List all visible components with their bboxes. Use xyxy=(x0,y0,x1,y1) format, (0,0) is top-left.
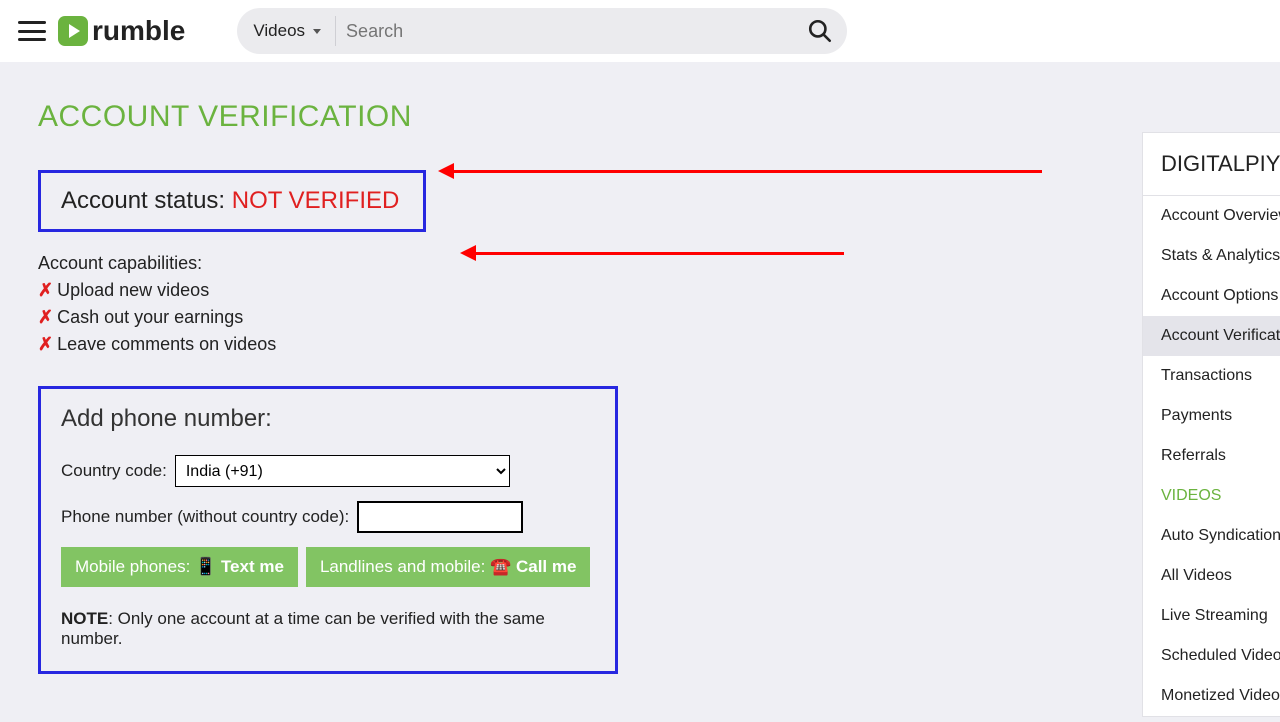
main-column: ACCOUNT VERIFICATION Account status: NOT… xyxy=(38,100,1098,674)
annotation-arrow xyxy=(474,252,844,255)
sidebar-item-scheduled-videos[interactable]: Scheduled Videos xyxy=(1143,636,1280,676)
logo-play-icon xyxy=(58,16,88,46)
annotation-arrow xyxy=(452,170,1042,173)
page-title: ACCOUNT VERIFICATION xyxy=(38,100,1098,134)
search-category-dropdown[interactable]: Videos xyxy=(253,16,336,46)
capability-item: ✗Leave comments on videos xyxy=(38,331,1098,358)
chevron-down-icon xyxy=(313,29,321,34)
sidebar-item-stats[interactable]: Stats & Analytics xyxy=(1143,236,1280,276)
site-logo[interactable]: rumble xyxy=(58,15,185,47)
x-icon: ✗ xyxy=(38,280,53,300)
search-input[interactable] xyxy=(336,15,805,48)
sidebar-item-monetized-videos[interactable]: Monetized Videos xyxy=(1143,676,1280,716)
country-code-label: Country code: xyxy=(61,461,167,481)
sidebar-item-auto-syndication[interactable]: Auto Syndication xyxy=(1143,516,1280,556)
add-phone-box: Add phone number: Country code: India (+… xyxy=(38,386,618,674)
search-category-label: Videos xyxy=(253,21,305,41)
add-phone-heading: Add phone number: xyxy=(61,405,595,433)
capability-item: ✗Upload new videos xyxy=(38,277,1098,304)
search-bar: Videos xyxy=(237,8,847,54)
phone-number-label: Phone number (without country code): xyxy=(61,507,349,527)
sidebar-item-transactions[interactable]: Transactions xyxy=(1143,356,1280,396)
country-code-select[interactable]: India (+91) xyxy=(175,455,510,487)
account-status-box: Account status: NOT VERIFIED xyxy=(38,170,426,232)
sidebar-item-verification[interactable]: Account Verification xyxy=(1143,316,1280,356)
top-bar: rumble Videos xyxy=(0,0,1280,62)
status-label: Account status: xyxy=(61,187,232,214)
logo-text: rumble xyxy=(92,15,185,47)
capabilities-list: Account capabilities: ✗Upload new videos… xyxy=(38,250,1098,358)
phone-number-input[interactable] xyxy=(357,501,523,533)
text-me-button[interactable]: Mobile phones: 📱 Text me xyxy=(61,547,298,587)
sidebar-item-overview[interactable]: Account Overview xyxy=(1143,196,1280,236)
sidebar-item-referrals[interactable]: Referrals xyxy=(1143,436,1280,476)
account-sidebar: DIGITALPIY Account Overview Stats & Anal… xyxy=(1142,132,1280,717)
capability-item: ✗Cash out your earnings xyxy=(38,304,1098,331)
sidebar-item-options[interactable]: Account Options xyxy=(1143,276,1280,316)
x-icon: ✗ xyxy=(38,334,53,354)
search-icon xyxy=(807,18,833,44)
content-area: ACCOUNT VERIFICATION Account status: NOT… xyxy=(0,62,1280,722)
x-icon: ✗ xyxy=(38,307,53,327)
menu-icon[interactable] xyxy=(18,21,46,41)
call-me-button[interactable]: Landlines and mobile: ☎️ Call me xyxy=(306,547,591,587)
status-value: NOT VERIFIED xyxy=(232,187,400,214)
sidebar-item-all-videos[interactable]: All Videos xyxy=(1143,556,1280,596)
sidebar-item-live-streaming[interactable]: Live Streaming xyxy=(1143,596,1280,636)
phone-note: NOTE: Only one account at a time can be … xyxy=(61,609,595,649)
sidebar-item-payments[interactable]: Payments xyxy=(1143,396,1280,436)
sidebar-username: DIGITALPIY xyxy=(1143,133,1280,196)
sidebar-section-videos: VIDEOS xyxy=(1143,476,1280,516)
search-button[interactable] xyxy=(805,16,835,46)
